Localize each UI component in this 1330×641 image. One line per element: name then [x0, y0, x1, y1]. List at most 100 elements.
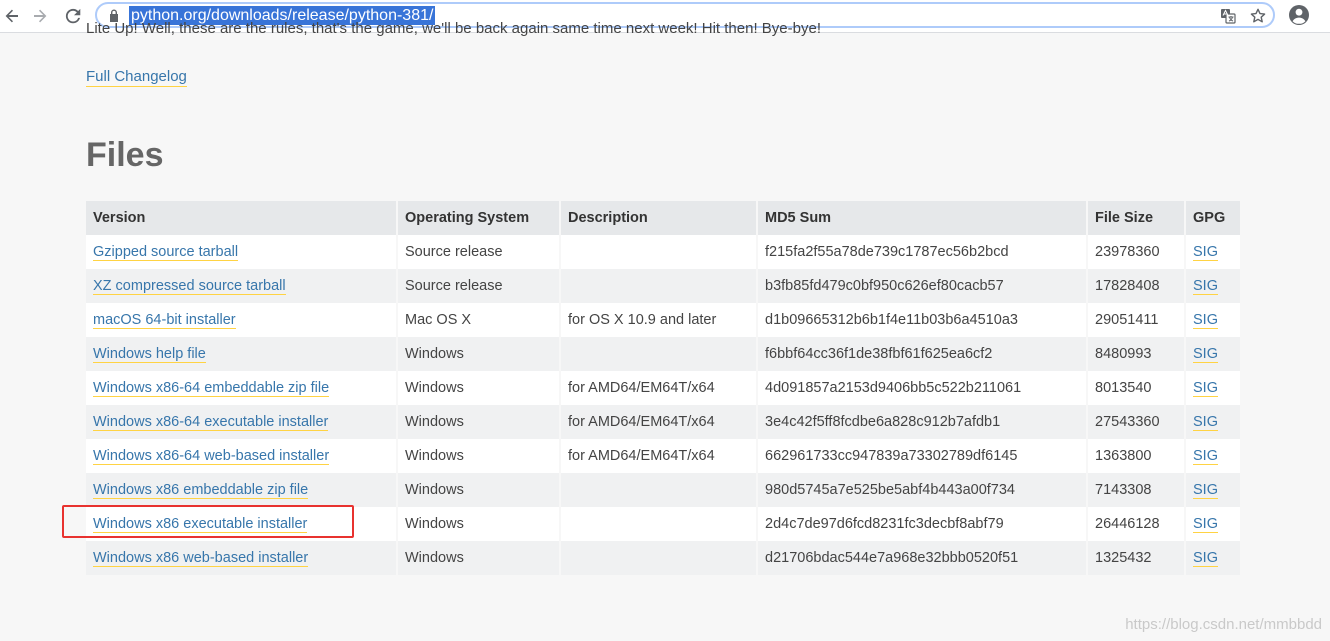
arrow-right-icon — [34, 9, 47, 23]
file-download-link[interactable]: Windows help file — [93, 346, 206, 363]
size-cell: 8013540 — [1088, 371, 1184, 405]
version-cell: Gzipped source tarball — [86, 235, 396, 269]
md5-cell: 4d091857a2153d9406bb5c522b211061 — [758, 371, 1086, 405]
os-cell: Windows — [398, 405, 559, 439]
size-cell: 8480993 — [1088, 337, 1184, 371]
description-cell — [561, 473, 756, 507]
md5-cell: 3e4c42f5ff8fcdbe6a828c912b7afdb1 — [758, 405, 1086, 439]
description-cell: for OS X 10.9 and later — [561, 303, 756, 337]
reload-button[interactable] — [61, 4, 85, 28]
sig-link[interactable]: SIG — [1193, 380, 1218, 397]
file-download-link[interactable]: macOS 64-bit installer — [93, 312, 236, 329]
description-cell: for AMD64/EM64T/x64 — [561, 371, 756, 405]
gpg-cell: SIG — [1186, 507, 1240, 541]
md5-cell: d21706bdac544e7a968e32bbb0520f51 — [758, 541, 1086, 575]
back-button[interactable] — [0, 4, 24, 28]
sig-link[interactable]: SIG — [1193, 278, 1218, 295]
os-cell: Mac OS X — [398, 303, 559, 337]
table-header-row: Version Operating System Description MD5… — [86, 201, 1240, 235]
table-row: Windows x86 web-based installer Windows … — [86, 541, 1240, 575]
cut-off-paragraph: Lite Up! Well, these are the rules, that… — [86, 22, 821, 36]
version-cell: Windows x86 executable installer — [86, 507, 396, 541]
star-icon — [1250, 8, 1266, 23]
lock-icon — [110, 9, 118, 22]
md5-cell: f215fa2f55a78de739c1787ec56b2bcd — [758, 235, 1086, 269]
version-cell: Windows x86 embeddable zip file — [86, 473, 396, 507]
gpg-cell: SIG — [1186, 337, 1240, 371]
sig-link[interactable]: SIG — [1193, 482, 1218, 499]
size-cell: 1325432 — [1088, 541, 1184, 575]
forward-button[interactable] — [28, 4, 52, 28]
sig-link[interactable]: SIG — [1193, 414, 1218, 431]
os-cell: Source release — [398, 269, 559, 303]
md5-cell: 2d4c7de97d6fcd8231fc3decbf8abf79 — [758, 507, 1086, 541]
size-cell: 26446128 — [1088, 507, 1184, 541]
os-cell: Windows — [398, 507, 559, 541]
os-cell: Source release — [398, 235, 559, 269]
table-row: XZ compressed source tarball Source rele… — [86, 269, 1240, 303]
table-row: Windows x86 executable installer Windows… — [86, 507, 1240, 541]
gpg-cell: SIG — [1186, 235, 1240, 269]
description-cell — [561, 269, 756, 303]
translate-icon — [1221, 9, 1236, 24]
gpg-cell: SIG — [1186, 405, 1240, 439]
gpg-cell: SIG — [1186, 439, 1240, 473]
description-cell — [561, 507, 756, 541]
version-cell: Windows x86-64 web-based installer — [86, 439, 396, 473]
sig-link[interactable]: SIG — [1193, 516, 1218, 533]
version-cell: Windows x86 web-based installer — [86, 541, 396, 575]
files-heading: Files — [86, 136, 164, 174]
size-cell: 29051411 — [1088, 303, 1184, 337]
table-row: macOS 64-bit installer Mac OS X for OS X… — [86, 303, 1240, 337]
version-cell: XZ compressed source tarball — [86, 269, 396, 303]
file-download-link[interactable]: XZ compressed source tarball — [93, 278, 286, 295]
header-version: Version — [86, 201, 396, 235]
table-row: Gzipped source tarball Source release f2… — [86, 235, 1240, 269]
file-download-link[interactable]: Windows x86-64 web-based installer — [93, 448, 330, 465]
header-md5-sum: MD5 Sum — [758, 201, 1086, 235]
table-row: Windows x86-64 executable installer Wind… — [86, 405, 1240, 439]
md5-cell: b3fb85fd479c0bf950c626ef80cacb57 — [758, 269, 1086, 303]
header-description: Description — [561, 201, 756, 235]
version-cell: macOS 64-bit installer — [86, 303, 396, 337]
md5-cell: 980d5745a7e525be5abf4b443a00f734 — [758, 473, 1086, 507]
watermark: https://blog.csdn.net/mmbbdd — [1125, 616, 1322, 633]
size-cell: 7143308 — [1088, 473, 1184, 507]
file-download-link[interactable]: Windows x86-64 embeddable zip file — [93, 380, 330, 397]
file-download-link[interactable]: Windows x86-64 executable installer — [93, 414, 329, 431]
table-row: Windows x86-64 web-based installer Windo… — [86, 439, 1240, 473]
description-cell: for AMD64/EM64T/x64 — [561, 405, 756, 439]
sig-link[interactable]: SIG — [1193, 448, 1218, 465]
translate-button[interactable] — [1218, 7, 1238, 25]
files-table: Version Operating System Description MD5… — [84, 201, 1242, 575]
sig-link[interactable]: SIG — [1193, 346, 1218, 363]
os-cell: Windows — [398, 337, 559, 371]
md5-cell: d1b09665312b6b1f4e11b03b6a4510a3 — [758, 303, 1086, 337]
md5-cell: f6bbf64cc36f1de38fbf61f625ea6cf2 — [758, 337, 1086, 371]
avatar-icon — [1289, 5, 1309, 25]
arrow-left-icon — [5, 9, 18, 23]
sig-link[interactable]: SIG — [1193, 550, 1218, 567]
md5-cell: 662961733cc947839a73302789df6145 — [758, 439, 1086, 473]
description-cell — [561, 541, 756, 575]
file-download-link[interactable]: Windows x86 embeddable zip file — [93, 482, 309, 499]
os-cell: Windows — [398, 473, 559, 507]
os-cell: Windows — [398, 371, 559, 405]
file-download-link[interactable]: Gzipped source tarball — [93, 244, 239, 261]
sig-link[interactable]: SIG — [1193, 244, 1218, 261]
header-file-size: File Size — [1088, 201, 1184, 235]
size-cell: 27543360 — [1088, 405, 1184, 439]
version-cell: Windows x86-64 embeddable zip file — [86, 371, 396, 405]
table-row: Windows help file Windows f6bbf64cc36f1d… — [86, 337, 1240, 371]
sig-link[interactable]: SIG — [1193, 312, 1218, 329]
file-download-link[interactable]: Windows x86 web-based installer — [93, 550, 309, 567]
bookmark-button[interactable] — [1248, 7, 1268, 25]
file-download-link[interactable]: Windows x86 executable installer — [93, 516, 308, 533]
profile-button[interactable] — [1288, 4, 1310, 26]
version-cell: Windows x86-64 executable installer — [86, 405, 396, 439]
description-cell — [561, 235, 756, 269]
size-cell: 17828408 — [1088, 269, 1184, 303]
full-changelog-link[interactable]: Full Changelog — [86, 68, 187, 87]
description-cell: for AMD64/EM64T/x64 — [561, 439, 756, 473]
size-cell: 23978360 — [1088, 235, 1184, 269]
